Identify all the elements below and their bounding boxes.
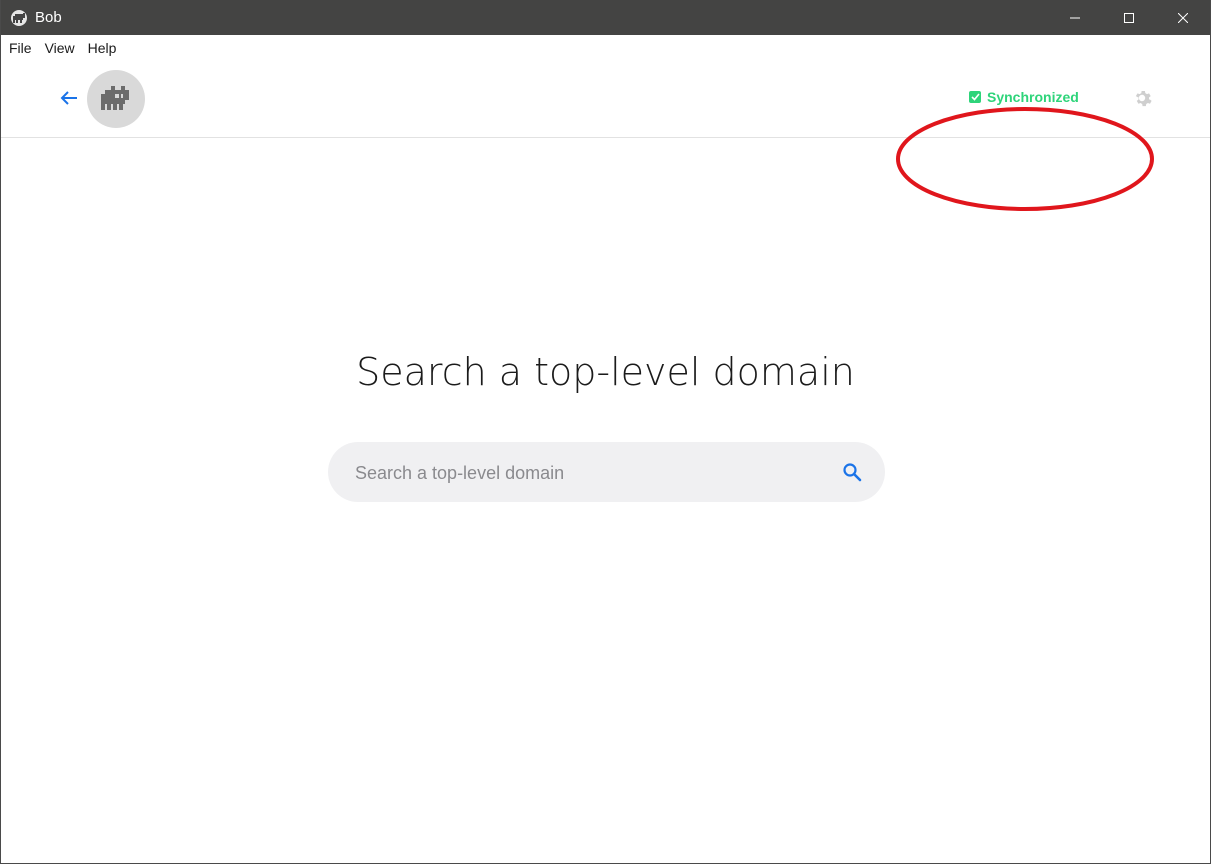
search-box [328, 442, 885, 504]
minimize-icon [1070, 17, 1080, 18]
pixel-cat-icon [101, 86, 129, 110]
sync-status: Synchronized [969, 89, 1079, 105]
window-controls [1048, 0, 1210, 35]
close-button[interactable] [1156, 0, 1210, 35]
maximize-icon [1124, 12, 1134, 23]
page-header: Synchronized [1, 61, 1210, 211]
maximize-button[interactable] [1102, 0, 1156, 35]
minimize-button[interactable] [1048, 0, 1102, 35]
title-bar[interactable]: Bob [1, 0, 1210, 35]
search-button[interactable] [840, 460, 864, 484]
menu-view[interactable]: View [41, 40, 79, 56]
close-icon [1178, 12, 1188, 23]
avatar[interactable] [87, 70, 145, 128]
sync-status-label: Synchronized [987, 89, 1079, 105]
search-input[interactable] [353, 442, 827, 504]
main-content: Search a top-level domain [1, 138, 1210, 862]
check-box-icon [969, 91, 981, 103]
page-title: Search a top-level domain [356, 350, 855, 394]
menu-help[interactable]: Help [84, 40, 121, 56]
search-icon [843, 463, 862, 482]
window-title: Bob [35, 9, 62, 26]
menu-bar: File View Help [1, 35, 1210, 61]
app-window: Bob File View Help Synchronized Search a… [0, 0, 1211, 864]
back-button[interactable] [57, 86, 81, 110]
app-logo-icon [11, 9, 27, 26]
menu-file[interactable]: File [5, 40, 36, 56]
arrow-left-icon [60, 91, 77, 105]
